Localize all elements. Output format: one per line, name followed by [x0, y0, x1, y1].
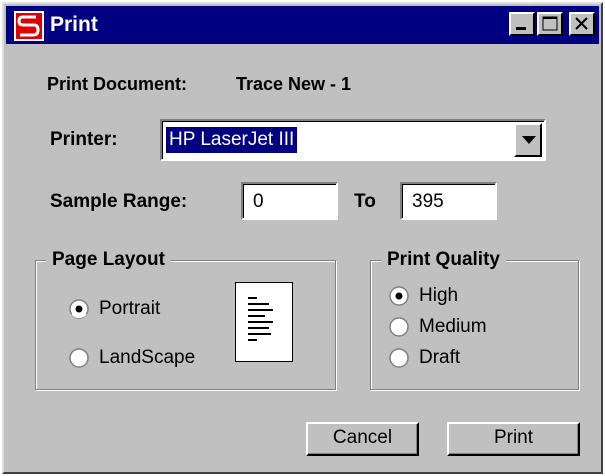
- window-title: Print: [50, 13, 98, 36]
- printer-selected-value: HP LaserJet III: [166, 127, 298, 153]
- radio-unchecked-icon: [389, 348, 409, 368]
- portrait-label: Portrait: [99, 298, 161, 319]
- printer-label: Printer:: [50, 129, 118, 150]
- quality-draft-label: Draft: [419, 347, 461, 368]
- title-bar[interactable]: Print: [6, 6, 599, 44]
- print-quality-title: Print Quality: [381, 248, 506, 272]
- page-layout-group: Page Layout Portrait LandScape: [35, 248, 336, 390]
- close-button[interactable]: [569, 12, 595, 36]
- minimize-button[interactable]: [509, 12, 535, 36]
- printer-select[interactable]: HP LaserJet III: [160, 119, 546, 161]
- close-icon: [575, 17, 588, 30]
- quality-medium-label: Medium: [419, 316, 487, 337]
- document-name: Trace New - 1: [236, 74, 352, 94]
- chevron-down-icon: [522, 136, 536, 144]
- range-from-input[interactable]: 0: [241, 182, 338, 220]
- maximize-button[interactable]: [537, 12, 563, 36]
- page-layout-title: Page Layout: [46, 248, 171, 272]
- portrait-radio[interactable]: Portrait: [69, 298, 160, 320]
- app-icon[interactable]: [14, 11, 44, 41]
- range-from-value: 0: [253, 191, 264, 212]
- quality-high-radio[interactable]: High: [389, 285, 458, 307]
- radio-checked-icon: [389, 286, 409, 306]
- landscape-radio[interactable]: LandScape: [69, 347, 195, 369]
- minimize-icon: [516, 27, 526, 30]
- print-quality-group: Print Quality High Medium Draft: [370, 248, 579, 390]
- range-to-value: 395: [412, 191, 444, 212]
- quality-medium-radio[interactable]: Medium: [389, 316, 487, 338]
- print-document-label: Print Document:: [47, 74, 188, 94]
- quality-high-label: High: [419, 285, 459, 306]
- print-button[interactable]: Print: [447, 422, 580, 456]
- radio-unchecked-icon: [389, 317, 409, 337]
- radio-checked-icon: [69, 299, 89, 319]
- portrait-page-icon: [235, 282, 293, 362]
- quality-draft-radio[interactable]: Draft: [389, 347, 460, 369]
- cancel-button[interactable]: Cancel: [306, 422, 419, 456]
- radio-unchecked-icon: [69, 348, 89, 368]
- printer-dropdown-button[interactable]: [514, 123, 542, 157]
- print-dialog: Print Print Document: Trace New - 1 Prin…: [2, 2, 603, 474]
- sample-range-label: Sample Range:: [50, 191, 188, 212]
- landscape-label: LandScape: [99, 347, 196, 368]
- range-to-label: To: [354, 191, 376, 212]
- range-to-input[interactable]: 395: [400, 182, 497, 220]
- maximize-icon: [542, 16, 558, 31]
